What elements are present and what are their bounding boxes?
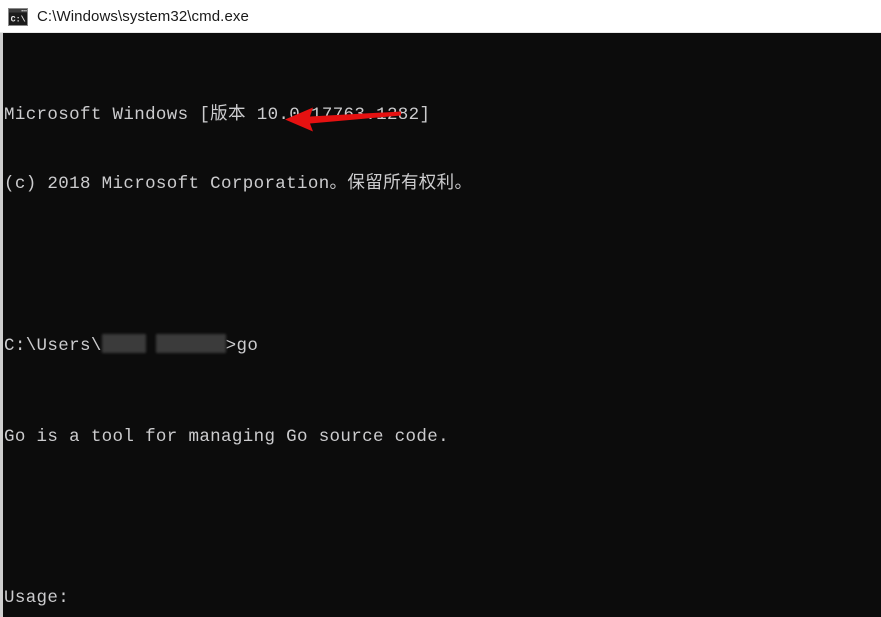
- window-title: C:\Windows\system32\cmd.exe: [37, 7, 249, 25]
- window-titlebar[interactable]: C:\ C:\Windows\system32\cmd.exe: [0, 0, 881, 33]
- console-text: Microsoft Windows [版本 10.0.17763.1282] (…: [3, 33, 881, 617]
- intro-line: Go is a tool for managing Go source code…: [4, 427, 449, 447]
- console-output-area[interactable]: Microsoft Windows [版本 10.0.17763.1282] (…: [0, 33, 881, 617]
- banner-line-2: (c) 2018 Microsoft Corporation。保留所有权利。: [4, 174, 473, 194]
- usage-heading: Usage:: [4, 588, 70, 608]
- prompt-caret: >: [225, 336, 237, 356]
- cmd-console-icon: C:\: [8, 7, 28, 26]
- redacted-username-block-1: [101, 334, 146, 353]
- cmd-window: C:\ C:\Windows\system32\cmd.exe Microsof…: [0, 0, 881, 617]
- redacted-username-block-2: [155, 334, 226, 353]
- prompt-path-prefix: C:\Users\: [4, 336, 102, 356]
- banner-line-1: Microsoft Windows [版本 10.0.17763.1282]: [4, 105, 431, 125]
- svg-text:C:\: C:\: [11, 14, 26, 24]
- typed-command: go: [236, 336, 259, 356]
- prompt-line: C:\Users\ >go: [4, 334, 881, 357]
